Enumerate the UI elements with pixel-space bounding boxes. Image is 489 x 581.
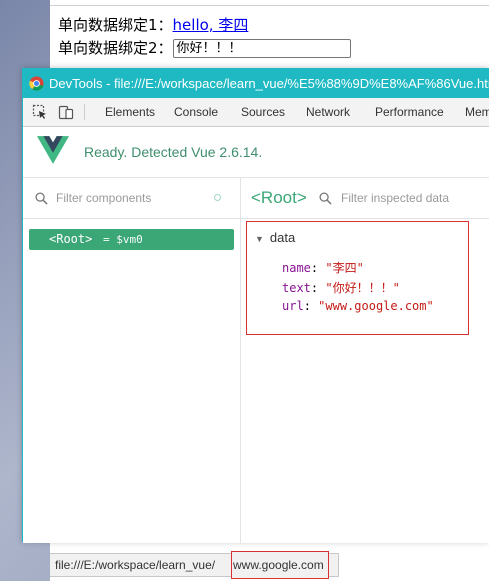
status-path: file:///E:/workspace/learn_vue/	[55, 558, 216, 572]
root-tag: <Root>	[49, 232, 93, 246]
filter-components-bar: Filter components	[23, 178, 240, 219]
prop-value: "李四"	[325, 261, 364, 275]
binding-label-1: 单向数据绑定1：	[58, 16, 173, 34]
tab-sources[interactable]: Sources	[241, 98, 285, 126]
one-way-binding-row-2: 单向数据绑定2： 你好！！！	[58, 37, 351, 58]
data-section-toggle[interactable]: ▼ data	[255, 230, 295, 245]
root-vm-ref: = $vm0	[103, 233, 143, 246]
devtools-titlebar[interactable]: DevTools - file:///E:/workspace/learn_vu…	[23, 69, 489, 98]
tab-performance[interactable]: Performance	[375, 98, 444, 126]
tab-elements[interactable]: Elements	[105, 98, 155, 126]
window-title: DevTools - file:///E:/workspace/learn_vu…	[49, 76, 489, 91]
inspected-component-name: <Root>	[251, 188, 307, 207]
tab-network[interactable]: Network	[306, 98, 350, 126]
filter-components-input[interactable]: Filter components	[56, 178, 151, 218]
prop-value: "www.google.com"	[318, 299, 434, 313]
devtools-tabbar: Elements Console Sources Network Perform…	[23, 98, 489, 127]
text-input[interactable]: 你好！！！	[172, 39, 351, 58]
prop-row-url[interactable]: url: "www.google.com"	[282, 299, 434, 313]
binding-label-2: 单向数据绑定2：	[58, 39, 173, 57]
data-highlight-box: ▼ data name: "李四" text: "你好！！！" url: "www…	[246, 221, 469, 335]
tab-separator	[84, 104, 85, 120]
root-component-row[interactable]: <Root> = $vm0	[29, 229, 234, 250]
prop-row-name[interactable]: name: "李四"	[282, 259, 364, 276]
prop-row-text[interactable]: text: "你好！！！"	[282, 279, 400, 296]
prop-value: "你好！！！"	[325, 281, 400, 295]
component-tree-pane: Filter components <Root> = $vm0	[23, 178, 241, 543]
prop-key: url	[282, 299, 304, 313]
tab-console[interactable]: Console	[174, 98, 218, 126]
devtools-window: DevTools - file:///E:/workspace/learn_vu…	[22, 68, 489, 543]
caret-down-icon: ▼	[255, 234, 264, 244]
inspector-header: <Root> Filter inspected data	[241, 178, 489, 219]
vue-devtools-header: Ready. Detected Vue 2.6.14.	[23, 127, 489, 178]
status-url-highlight: www.google.com	[231, 551, 329, 579]
inspector-pane: <Root> Filter inspected data ▼ data name:…	[241, 178, 489, 543]
prop-key: text	[282, 281, 311, 295]
data-section-label: data	[269, 230, 296, 245]
select-component-icon[interactable]	[214, 194, 221, 201]
chrome-icon	[29, 76, 44, 91]
vue-ready-status: Ready. Detected Vue 2.6.14.	[84, 144, 263, 160]
page-divider	[50, 5, 489, 6]
inspect-element-icon[interactable]	[32, 104, 48, 120]
prop-key: name	[282, 261, 311, 275]
search-icon	[35, 192, 48, 205]
one-way-binding-row-1: 单向数据绑定1：hello, 李四	[58, 14, 248, 35]
browser-statusbar: file:///E:/workspace/learn_vue/ www.goog…	[50, 551, 339, 579]
vue-logo-icon	[37, 136, 69, 164]
search-icon	[319, 192, 332, 205]
device-toolbar-icon[interactable]	[58, 104, 74, 120]
filter-inspected-input[interactable]: Filter inspected data	[341, 178, 449, 218]
hello-link[interactable]: hello, 李四	[173, 16, 249, 34]
tab-memory[interactable]: Mem	[465, 98, 489, 126]
